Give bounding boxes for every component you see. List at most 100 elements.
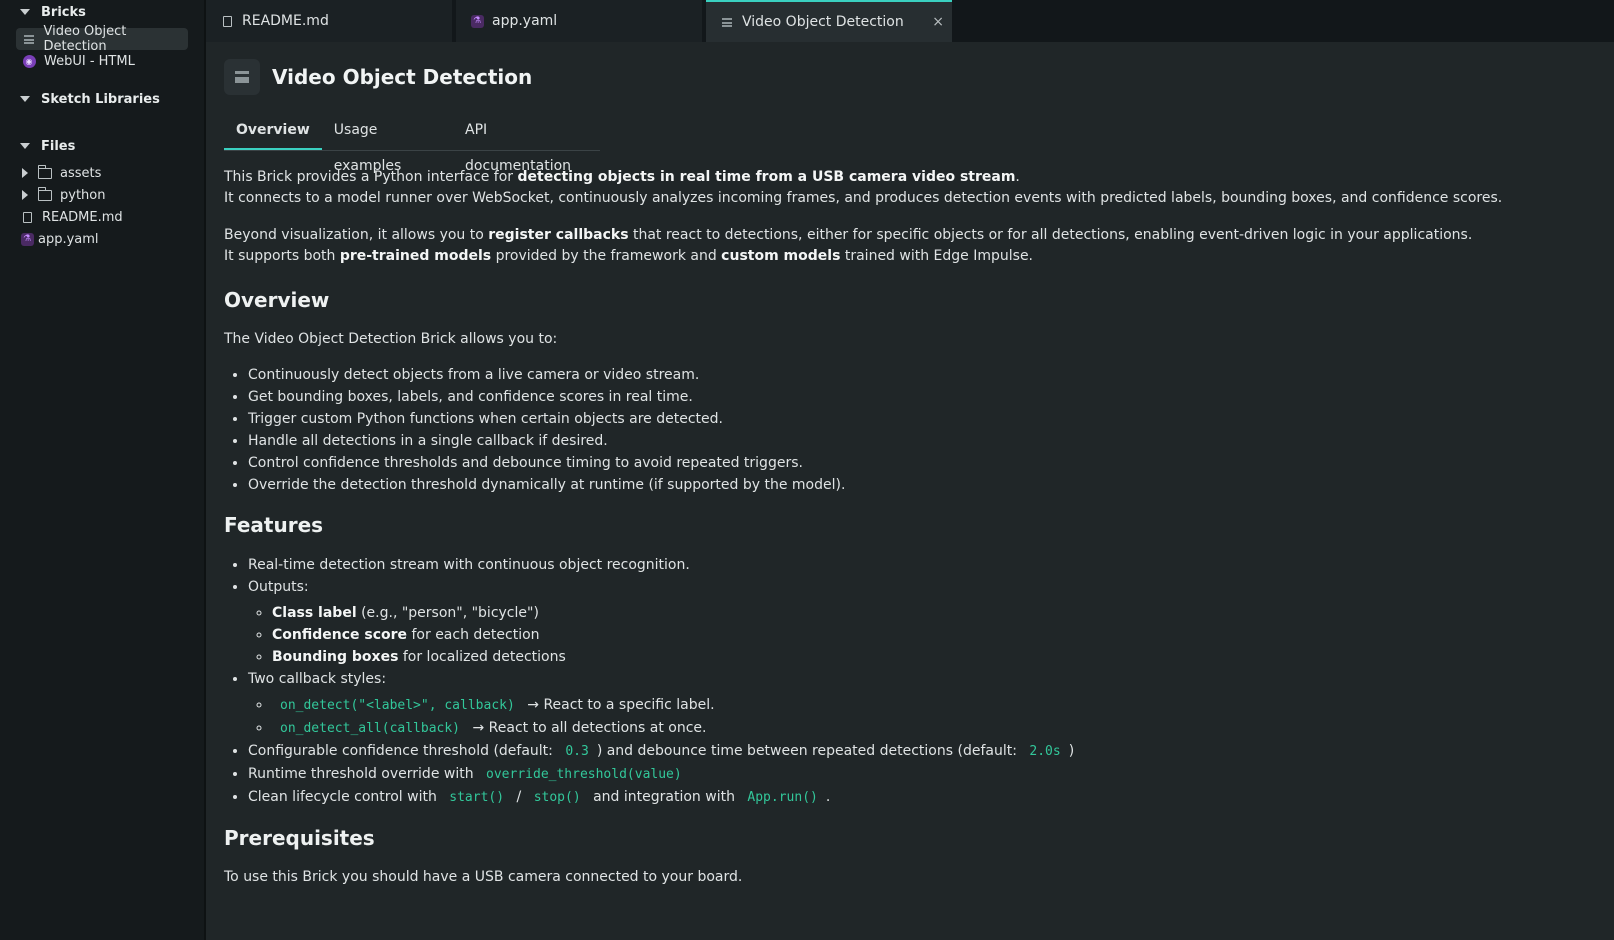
brick-icon [224,59,260,95]
content-subtabs: Overview Usage examples API documentatio… [224,112,600,174]
tab-api-documentation[interactable]: API documentation [453,112,600,174]
text: Runtime threshold override with [248,766,479,782]
sidebar-item-label: Video Object Detection [43,24,127,54]
main-panel: README.md ⚗ app.yaml Video Object Detect… [206,0,1614,940]
inline-code: on_detect("<label>", callback) [280,698,515,713]
sidebar-item-video-object-detection[interactable]: Video Object Detection [16,24,188,54]
list-item: Two callback styles: on_detect("<label>"… [248,668,1614,740]
tab-app-yaml[interactable]: ⚗ app.yaml [456,0,702,42]
text: ) [1068,743,1075,759]
inline-code: 2.0s [1029,744,1061,759]
text: for each detection [407,627,540,643]
bold-text: Bounding boxes [272,649,399,665]
list-item: Real-time detection stream with continuo… [248,554,1614,576]
callbacks-paragraph: Beyond visualization, it allows you to r… [224,225,1614,267]
list-item: Get bounding boxes, labels, and confiden… [248,386,1614,408]
text: Beyond visualization, it allows you to [224,227,489,243]
text: It connects to a model runner over WebSo… [224,190,1503,206]
bold-text: custom models [721,248,841,264]
text: (e.g., "person", "bicycle") [356,605,539,621]
section-label: Sketch Libraries [41,91,160,107]
inline-code: on_detect_all(callback) [280,721,461,736]
list-item: Class label (e.g., "person", "bicycle") [272,602,1614,624]
page-header: Video Object Detection [224,42,1614,112]
text: This Brick provides a Python interface f… [224,169,518,185]
overview-heading: Overview [224,288,330,312]
file-tree-app-yaml[interactable]: ⚗ app.yaml [20,228,204,250]
text: trained with Edge Impulse. [840,248,1034,264]
list-item: Override the detection threshold dynamic… [248,474,1614,496]
document-icon [20,210,34,224]
inline-code: override_threshold(value) [486,767,682,782]
webui-icon: ◉ [22,54,36,68]
text: → React to a specific label. [522,697,715,713]
features-heading: Features [224,513,324,537]
text: Clean lifecycle control with [248,789,442,805]
prerequisites-text: To use this Brick you should have a USB … [224,869,743,885]
chevron-down-icon [20,143,30,149]
yaml-icon: ⚗ [470,14,484,28]
inline-code: start() [449,790,505,805]
bold-text: Confidence score [272,627,408,643]
document-icon [220,14,234,28]
text: → React to all detections at once. [468,720,707,736]
list-item: Outputs: Class label (e.g., "person", "b… [248,576,1614,668]
text: / [512,789,526,805]
list-item: Clean lifecycle control with start() / s… [248,786,1614,809]
list-item: Trigger custom Python functions when cer… [248,408,1614,430]
file-label: app.yaml [38,231,99,247]
close-icon[interactable]: × [932,14,944,30]
file-label: python [60,187,106,203]
section-label: Files [41,138,76,154]
tab-readme[interactable]: README.md [206,0,452,42]
file-tree-folder-python[interactable]: python [22,184,204,206]
file-label: README.md [42,209,123,225]
section-label: Bricks [41,4,86,20]
sketch-libraries-section-header[interactable]: Sketch Libraries [0,87,204,111]
chevron-right-icon [22,168,28,178]
tab-video-object-detection[interactable]: Video Object Detection × [706,0,952,42]
list-item: Configurable confidence threshold (defau… [248,740,1614,763]
overview-intro: The Video Object Detection Brick allows … [224,331,558,347]
overview-list: Continuously detect objects from a live … [224,364,1614,496]
chevron-down-icon [20,96,30,102]
text: It supports both [224,248,340,264]
list-item: Confidence score for each detection [272,624,1614,646]
app-window: Bricks Video Object Detection ◉ WebUI - … [0,0,1614,940]
callbacks-sublist: on_detect("<label>", callback) → React t… [248,694,1614,740]
brick-icon [22,32,35,46]
list-item: Runtime threshold override with override… [248,763,1614,786]
outputs-sublist: Class label (e.g., "person", "bicycle") … [248,602,1614,668]
text: that react to detections, either for spe… [628,227,1473,243]
file-tree-folder-assets[interactable]: assets [22,162,204,184]
intro-paragraph: This Brick provides a Python interface f… [224,167,1614,209]
list-item: on_detect_all(callback) → React to all d… [272,717,1614,740]
bold-text: detecting objects in real time from a US… [517,169,1016,185]
list-item: Control confidence thresholds and deboun… [248,452,1614,474]
content-area: Video Object Detection Overview Usage ex… [206,42,1614,888]
features-list: Real-time detection stream with continuo… [224,554,1614,809]
file-tree-readme[interactable]: README.md [20,206,204,228]
prerequisites-heading: Prerequisites [224,826,375,850]
tab-usage-examples[interactable]: Usage examples [322,112,453,174]
file-label: assets [60,165,102,181]
bricks-section-header[interactable]: Bricks [0,0,204,24]
bold-text: register callbacks [488,227,629,243]
sidebar: Bricks Video Object Detection ◉ WebUI - … [0,0,206,940]
files-section-header[interactable]: Files [0,134,204,158]
brick-icon [720,15,734,29]
bold-text: Class label [272,605,357,621]
list-item: Continuously detect objects from a live … [248,364,1614,386]
text: . [1015,169,1020,185]
list-item: Bounding boxes for localized detections [272,646,1614,668]
tab-overview[interactable]: Overview [224,112,322,150]
readme-body: This Brick provides a Python interface f… [224,167,1614,888]
text: ) and debounce time between repeated det… [596,743,1022,759]
chevron-right-icon [22,190,28,200]
inline-code: stop() [533,790,581,805]
tab-label: README.md [242,13,329,29]
page-title: Video Object Detection [272,65,533,89]
chevron-down-icon [20,9,30,15]
folder-icon [38,186,52,202]
text: provided by the framework and [491,248,722,264]
